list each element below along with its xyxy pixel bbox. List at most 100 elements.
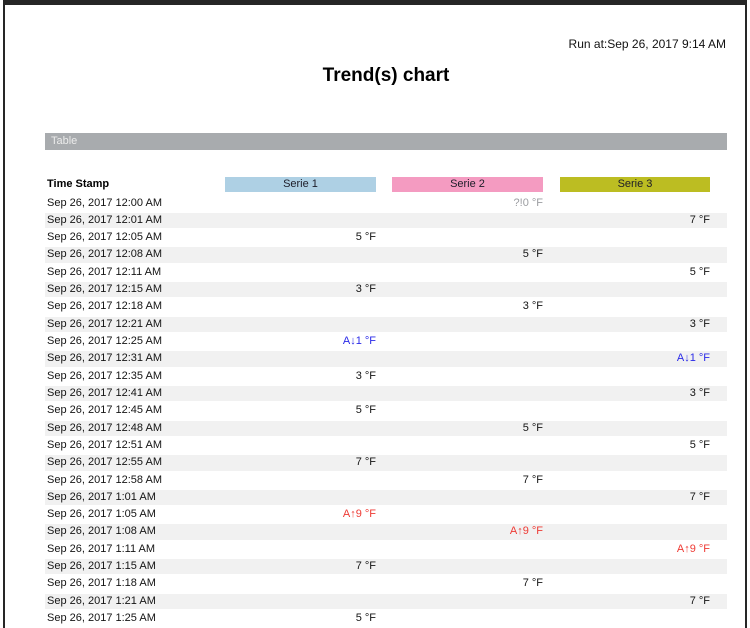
column-gap — [543, 489, 560, 506]
column-gap — [376, 212, 392, 229]
page-title: Trend(s) chart — [45, 65, 727, 87]
table-row: Sep 26, 2017 12:55 AM 7 °F — [45, 454, 727, 471]
column-gap — [710, 420, 727, 437]
column-gap — [376, 195, 392, 212]
column-gap — [376, 541, 392, 558]
column-gap — [543, 246, 560, 263]
column-gap — [543, 229, 560, 246]
serie3-value-cell: 3 °F — [560, 316, 710, 333]
table-row: Sep 26, 2017 12:15 AM 3 °F — [45, 281, 727, 298]
serie3-value-cell: 7 °F — [560, 593, 710, 610]
column-gap — [376, 229, 392, 246]
timestamp-cell: Sep 26, 2017 12:45 AM — [45, 402, 225, 419]
serie2-value-cell — [392, 454, 543, 471]
timestamp-cell: Sep 26, 2017 12:41 AM — [45, 385, 225, 402]
column-gap — [710, 195, 727, 212]
table-row: Sep 26, 2017 12:41 AM 3 °F — [45, 385, 727, 402]
column-gap — [710, 437, 727, 454]
table-row: Sep 26, 2017 1:08 AM A↑9 °F — [45, 523, 727, 540]
column-gap — [376, 281, 392, 298]
table-row: Sep 26, 2017 12:31 AM A↓1 °F — [45, 350, 727, 367]
table-section-bar: Table — [45, 133, 727, 150]
column-gap — [710, 246, 727, 263]
column-gap — [543, 575, 560, 592]
table-row: Sep 26, 2017 12:58 AM 7 °F — [45, 472, 727, 489]
table-row: Sep 26, 2017 12:11 AM 5 °F — [45, 264, 727, 281]
column-gap — [376, 523, 392, 540]
column-gap — [376, 489, 392, 506]
serie3-value-cell — [560, 610, 710, 627]
column-gap — [376, 610, 392, 627]
serie2-value-cell: 7 °F — [392, 575, 543, 592]
timestamp-cell: Sep 26, 2017 1:01 AM — [45, 489, 225, 506]
column-gap — [710, 229, 727, 246]
column-gap — [543, 472, 560, 489]
serie2-value-cell — [392, 385, 543, 402]
timestamp-cell: Sep 26, 2017 12:15 AM — [45, 281, 225, 298]
table-row: Sep 26, 2017 12:45 AM 5 °F — [45, 402, 727, 419]
column-gap — [710, 316, 727, 333]
column-gap — [710, 489, 727, 506]
table-row: Sep 26, 2017 12:35 AM 3 °F — [45, 368, 727, 385]
column-gap — [376, 177, 392, 192]
serie2-value-cell: 5 °F — [392, 420, 543, 437]
trend-table-body: Sep 26, 2017 12:00 AM ?!0 °F Sep 26, 201… — [45, 195, 727, 628]
serie3-value-cell — [560, 454, 710, 471]
column-gap — [376, 385, 392, 402]
serie1-value-cell — [225, 523, 376, 540]
table-row: Sep 26, 2017 12:48 AM 5 °F — [45, 420, 727, 437]
serie3-value-cell — [560, 229, 710, 246]
column-gap — [710, 593, 727, 610]
column-gap — [543, 593, 560, 610]
serie3-value-cell: A↓1 °F — [560, 350, 710, 367]
table-row: Sep 26, 2017 1:21 AM 7 °F — [45, 593, 727, 610]
table-row: Sep 26, 2017 1:25 AM 5 °F — [45, 610, 727, 627]
table-row: Sep 26, 2017 1:15 AM 7 °F — [45, 558, 727, 575]
serie3-value-cell: 5 °F — [560, 437, 710, 454]
serie2-value-cell — [392, 229, 543, 246]
column-gap — [376, 420, 392, 437]
column-gap — [710, 177, 727, 192]
serie3-value-cell — [560, 402, 710, 419]
serie3-value-cell — [560, 246, 710, 263]
column-gap — [376, 298, 392, 315]
serie2-value-cell — [392, 437, 543, 454]
serie2-value-cell — [392, 558, 543, 575]
serie1-value-cell — [225, 350, 376, 367]
serie2-value-cell — [392, 281, 543, 298]
column-gap — [710, 264, 727, 281]
table-row: Sep 26, 2017 12:00 AM ?!0 °F — [45, 195, 727, 212]
serie3-value-cell: 5 °F — [560, 264, 710, 281]
serie3-value-cell — [560, 281, 710, 298]
table-row: Sep 26, 2017 1:05 AM A↑9 °F — [45, 506, 727, 523]
timestamp-cell: Sep 26, 2017 12:11 AM — [45, 264, 225, 281]
timestamp-cell: Sep 26, 2017 1:08 AM — [45, 523, 225, 540]
column-gap — [376, 264, 392, 281]
serie3-value-cell — [560, 506, 710, 523]
column-gap — [543, 316, 560, 333]
timestamp-cell: Sep 26, 2017 1:25 AM — [45, 610, 225, 627]
serie1-value-cell — [225, 420, 376, 437]
serie2-value-cell: 5 °F — [392, 246, 543, 263]
table-row: Sep 26, 2017 12:51 AM 5 °F — [45, 437, 727, 454]
timestamp-cell: Sep 26, 2017 12:48 AM — [45, 420, 225, 437]
column-gap — [376, 593, 392, 610]
serie1-value-cell — [225, 212, 376, 229]
serie2-value-cell — [392, 316, 543, 333]
column-header-serie1: Serie 1 — [225, 177, 376, 192]
column-gap — [376, 368, 392, 385]
table-row: Sep 26, 2017 1:18 AM 7 °F — [45, 575, 727, 592]
serie2-value-cell — [392, 506, 543, 523]
serie1-value-cell — [225, 472, 376, 489]
serie3-value-cell — [560, 523, 710, 540]
table-row: Sep 26, 2017 12:18 AM 3 °F — [45, 298, 727, 315]
table-row: Sep 26, 2017 12:08 AM 5 °F — [45, 246, 727, 263]
column-gap — [710, 350, 727, 367]
table-row: Sep 26, 2017 1:11 AM A↑9 °F — [45, 541, 727, 558]
serie1-value-cell: 3 °F — [225, 281, 376, 298]
serie3-value-cell — [560, 420, 710, 437]
timestamp-cell: Sep 26, 2017 1:11 AM — [45, 541, 225, 558]
timestamp-cell: Sep 26, 2017 12:25 AM — [45, 333, 225, 350]
serie3-value-cell — [560, 558, 710, 575]
timestamp-cell: Sep 26, 2017 12:01 AM — [45, 212, 225, 229]
